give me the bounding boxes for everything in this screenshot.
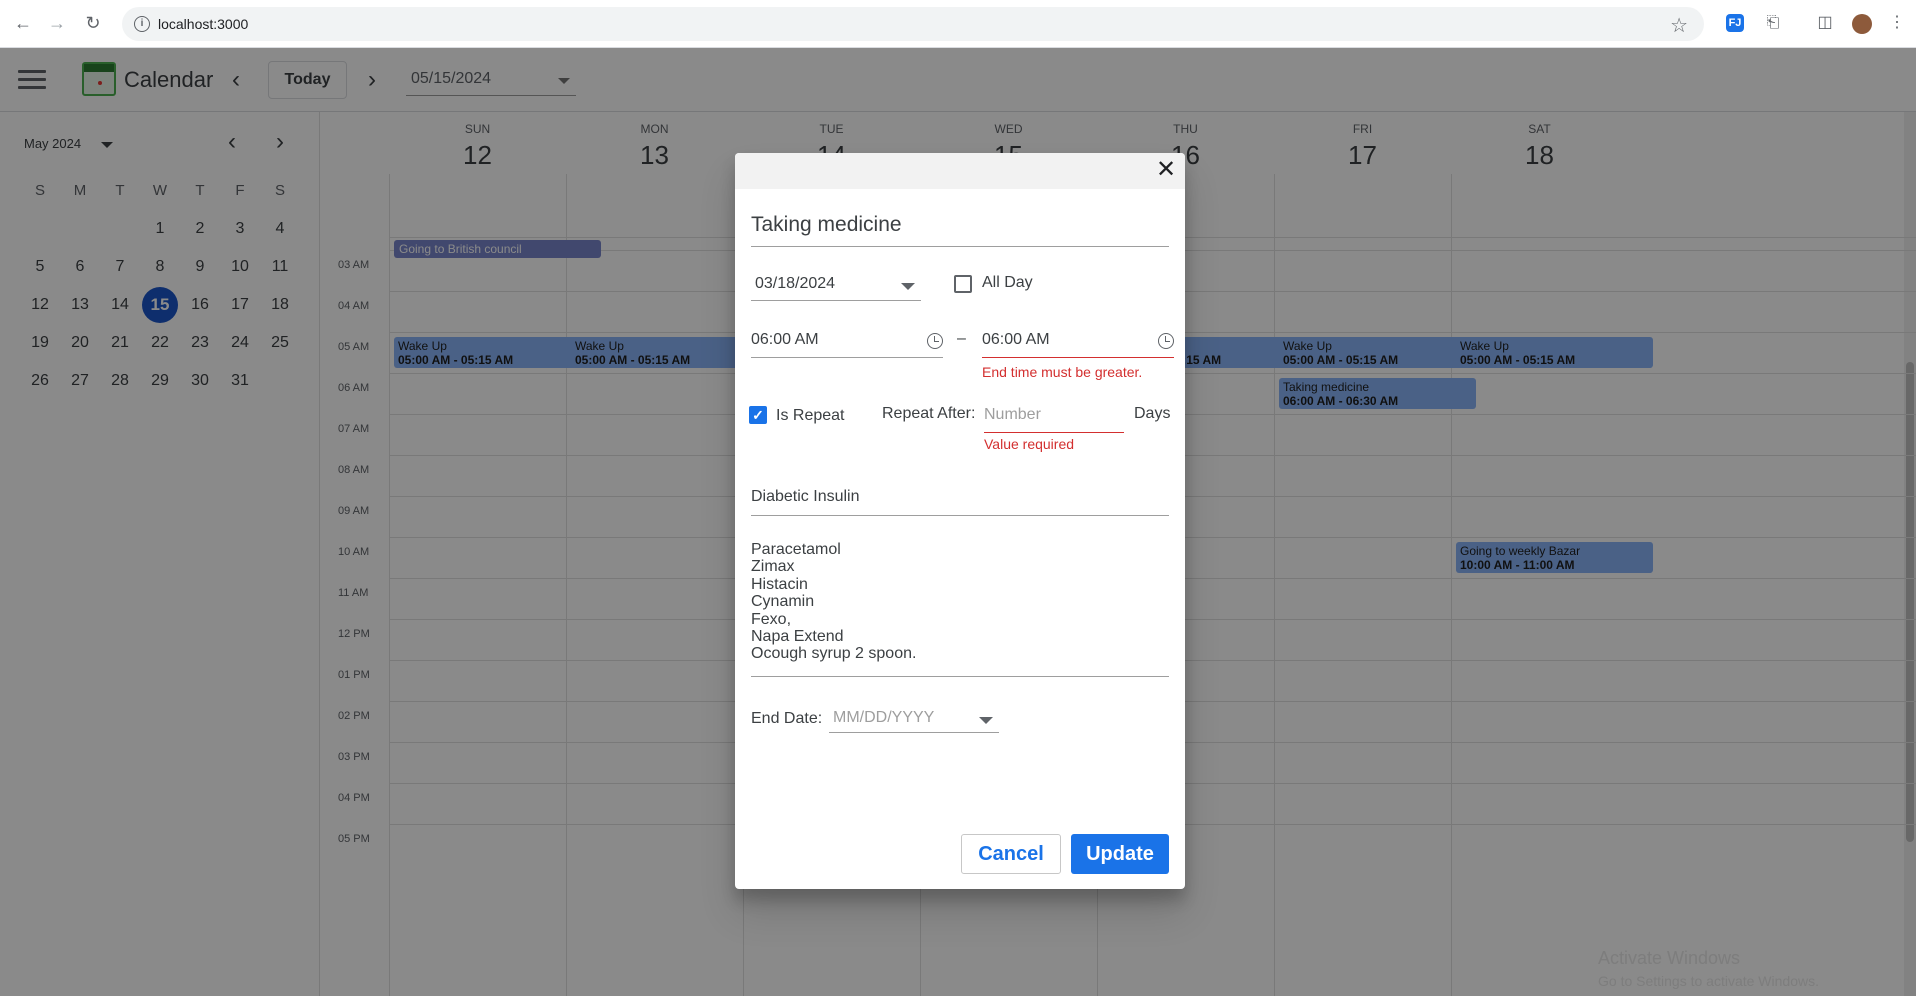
start-clock-icon[interactable] bbox=[927, 333, 943, 349]
all-day-checkbox[interactable] bbox=[954, 275, 972, 293]
end-date-caret-icon bbox=[979, 717, 993, 724]
notes-textarea[interactable]: Paracetamol Zimax Histacin Cynamin Fexo,… bbox=[751, 541, 1169, 677]
start-time-value: 06:00 AM bbox=[751, 331, 819, 348]
site-info-icon[interactable]: i bbox=[134, 16, 150, 32]
side-panel-icon[interactable]: ◫ bbox=[1814, 12, 1836, 34]
time-separator: – bbox=[957, 330, 966, 347]
address-bar[interactable]: i localhost:3000 ☆ bbox=[122, 7, 1704, 41]
end-time-value: 06:00 AM bbox=[982, 331, 1050, 348]
repeat-after-label: Repeat After: bbox=[882, 405, 976, 422]
date-caret-icon bbox=[901, 283, 915, 290]
is-repeat-label: Is Repeat bbox=[776, 407, 845, 424]
bookmark-star-icon[interactable]: ☆ bbox=[1670, 13, 1688, 38]
extension-fj-icon[interactable]: FJ bbox=[1726, 14, 1744, 32]
event-title-input[interactable]: Taking medicine bbox=[751, 209, 1169, 247]
update-button[interactable]: Update bbox=[1071, 834, 1169, 874]
event-edit-dialog: ✕ Taking medicine 03/18/2024 All Day 06:… bbox=[735, 153, 1185, 889]
is-repeat-checkbox[interactable]: ✓ bbox=[749, 406, 767, 424]
close-icon[interactable]: ✕ bbox=[1153, 157, 1179, 183]
end-time-error: End time must be greater. bbox=[982, 364, 1143, 380]
description-input[interactable]: Diabetic Insulin bbox=[751, 486, 1169, 516]
end-date-picker[interactable]: MM/DD/YYYY bbox=[829, 703, 999, 733]
repeat-unit-label: Days bbox=[1134, 405, 1171, 422]
forward-arrow-icon[interactable]: → bbox=[44, 10, 70, 36]
dialog-header bbox=[735, 153, 1185, 189]
start-time-input[interactable]: 06:00 AM bbox=[751, 328, 943, 358]
repeat-number-placeholder: Number bbox=[984, 406, 1041, 423]
end-time-input[interactable]: 06:00 AM bbox=[982, 328, 1174, 358]
end-clock-icon[interactable] bbox=[1158, 333, 1174, 349]
event-date-picker[interactable]: 03/18/2024 bbox=[751, 271, 921, 301]
profile-avatar-icon[interactable] bbox=[1852, 14, 1872, 34]
repeat-number-input[interactable]: Number bbox=[984, 403, 1124, 433]
repeat-error: Value required bbox=[984, 436, 1075, 452]
end-date-label: End Date: bbox=[751, 710, 823, 727]
url-text: localhost:3000 bbox=[158, 16, 249, 32]
reload-icon[interactable]: ↻ bbox=[80, 10, 106, 36]
back-arrow-icon[interactable]: ← bbox=[10, 10, 36, 36]
browser-menu-icon[interactable]: ⋮ bbox=[1886, 12, 1908, 34]
end-date-placeholder: MM/DD/YYYY bbox=[833, 709, 935, 726]
event-date-value: 03/18/2024 bbox=[755, 275, 836, 292]
browser-toolbar: ← → ↻ i localhost:3000 ☆ FJ ⎗ ◫ ⋮ bbox=[0, 0, 1916, 48]
extensions-puzzle-icon[interactable]: ⎗ bbox=[1762, 12, 1784, 34]
all-day-label: All Day bbox=[982, 274, 1033, 291]
cancel-button[interactable]: Cancel bbox=[961, 834, 1061, 874]
